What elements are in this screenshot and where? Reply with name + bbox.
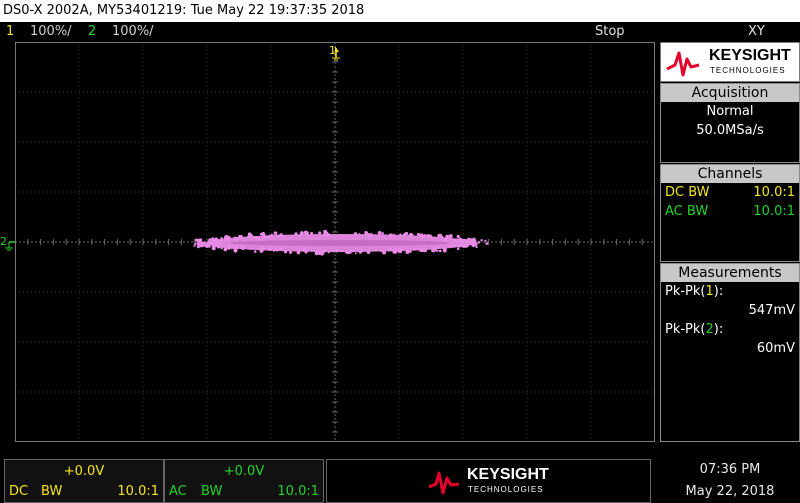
ch2-number[interactable]: 2 [88,22,96,42]
acquisition-rate: 50.0MSa/s [696,123,764,138]
ch1-scale[interactable]: 100%/ [30,22,72,42]
xy-trace [193,229,489,256]
channel-scale-bar: 1 100%/ 2 100%/ Stop XY [0,22,800,42]
keysight-wave-icon [428,471,460,495]
ch1-number[interactable]: 1 [6,22,14,42]
measurement-1-label: Pk-Pk(1): [665,284,724,299]
svg-text:1: 1 [329,44,336,57]
keysight-sub: TECHNOLOGIES [710,66,786,75]
clock-time: 07:36 PM [699,462,761,477]
clock-date: May 22, 2018 [685,484,775,499]
ch2-info-box[interactable]: +0.0V AC BW 10.0:1 [164,459,324,503]
ch2-ground-marker[interactable]: 2 [0,232,16,254]
ch1-ground-marker[interactable]: 1 [329,44,340,61]
measurement-1-value: 547mV [748,303,795,318]
acquisition-mode: Normal [706,104,754,119]
keysight-logo: KEYSIGHT TECHNOLOGIES [660,42,800,82]
keysight-sub: TECHNOLOGIES [468,485,544,494]
ch2-scale[interactable]: 100%/ [112,22,154,42]
window-title: DS0-X 2002A, MY53401219: Tue May 22 19:3… [0,0,800,22]
keysight-brand: KEYSIGHT [467,466,549,483]
measurements-panel[interactable]: Measurements Pk-Pk(1): 547mV Pk-Pk(2): 6… [660,263,800,442]
keysight-brand: KEYSIGHT [709,47,791,64]
ch1-offset: +0.0V [63,464,105,479]
bottom-bar: +0.0V DC BW 10.0:1 +0.0V AC BW 10.0:1 KE… [0,458,800,503]
ch2-offset: +0.0V [223,464,265,479]
keysight-wave-icon [666,51,700,77]
channels-panel[interactable]: Channels DC BW 10.0:1 AC BW 10.0:1 [660,164,800,262]
acquisition-title: Acquisition [661,84,799,102]
channel-1-row: DC BW 10.0:1 [661,183,799,202]
sidebar: KEYSIGHT TECHNOLOGIES Acquisition Normal… [660,42,800,442]
channel-2-row: AC BW 10.0:1 [661,202,799,221]
bottom-logo-box: KEYSIGHT TECHNOLOGIES [326,459,651,503]
svg-text:2: 2 [0,235,7,248]
acquisition-panel[interactable]: Acquisition Normal 50.0MSa/s [660,83,800,163]
channels-title: Channels [661,165,799,183]
ch1-coupling: DC BW [665,185,710,200]
ch1-probe: 10.0:1 [753,185,795,200]
ch1-info-box[interactable]: +0.0V DC BW 10.0:1 [4,459,164,503]
ch2-coupling: AC BW [665,204,709,219]
measurements-title: Measurements [661,264,799,282]
run-state[interactable]: Stop [595,22,625,42]
ch2-probe: 10.0:1 [753,204,795,219]
waveform-display[interactable]: 1 [15,42,655,442]
display-mode[interactable]: XY [748,22,765,42]
measurement-2-label: Pk-Pk(2): [665,322,724,337]
measurement-2-value: 60mV [756,341,795,356]
